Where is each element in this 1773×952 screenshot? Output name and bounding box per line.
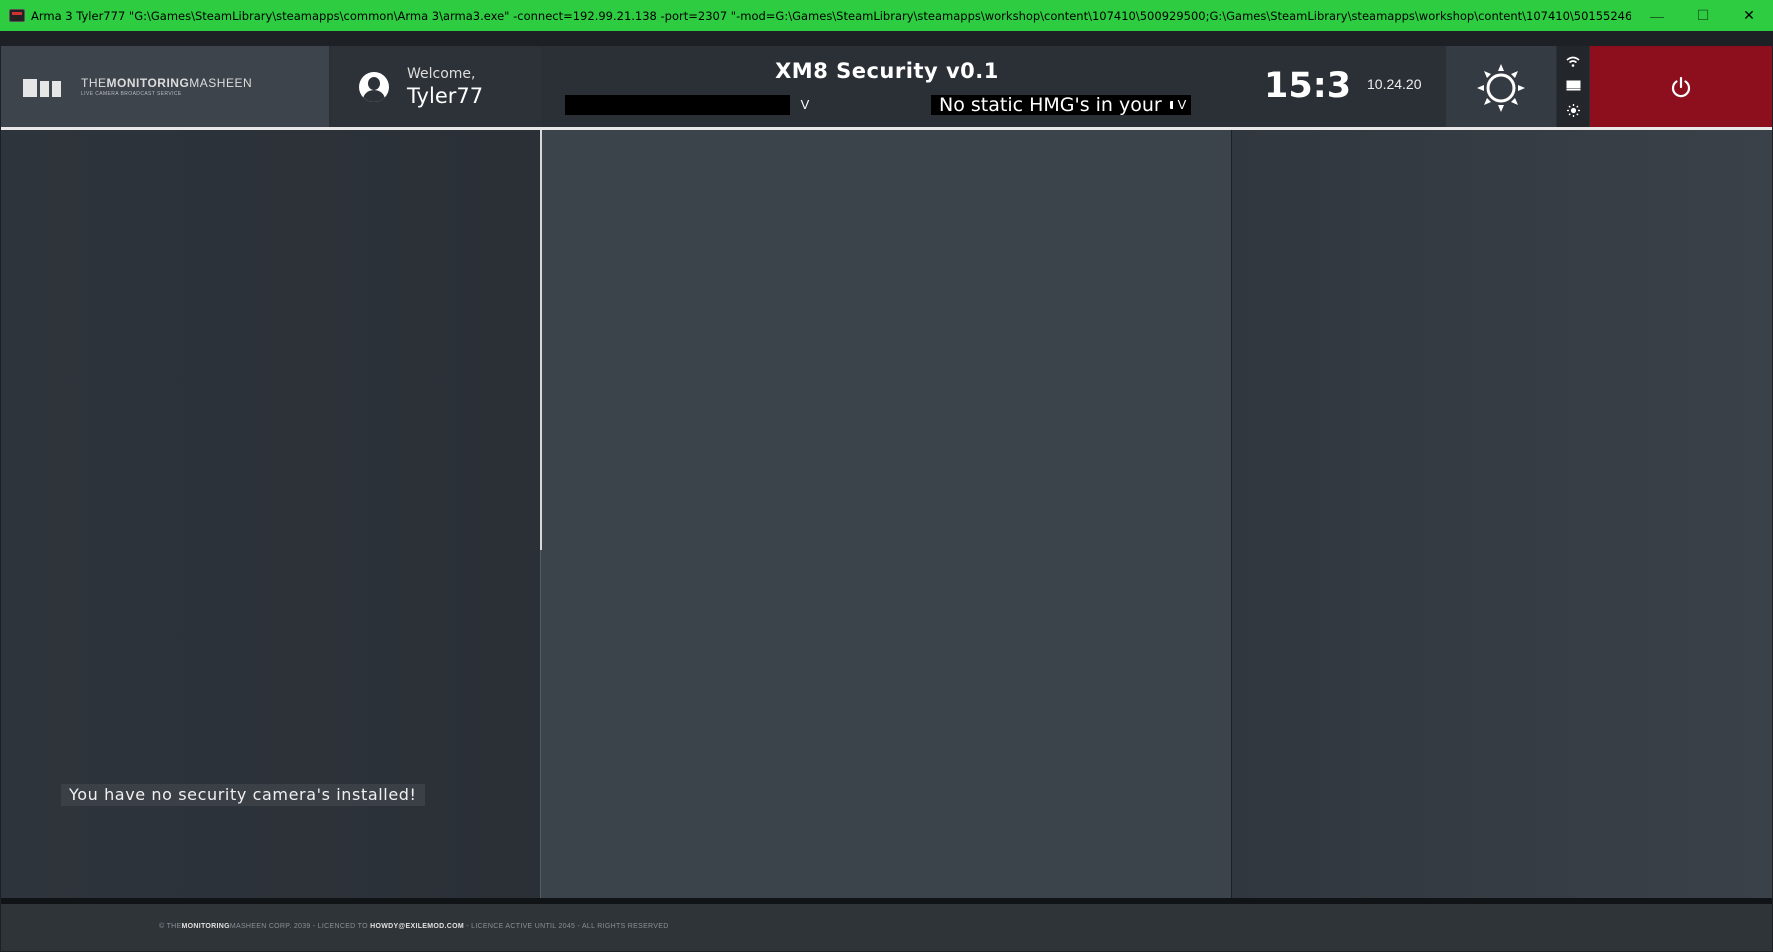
footer: © THEMONITORINGMASHEEN CORP. 2039 - LICE… (1, 904, 1772, 951)
panel-divider (540, 130, 542, 550)
xm8-header: THEMONITORINGMASHEEN LIVE CAMERA BROADCA… (1, 46, 1772, 127)
weather-panel (1446, 46, 1556, 127)
rules-dropdown-value: No static HMG's in your b (939, 95, 1163, 115)
clock-panel: 15:3 10.24.20 (1233, 46, 1445, 127)
camera-view-panel (541, 130, 1231, 898)
user-avatar-icon (359, 71, 389, 102)
minimize-button[interactable]: — (1634, 0, 1680, 31)
game-window: THEMONITORINGMASHEEN LIVE CAMERA BROADCA… (0, 31, 1773, 952)
close-button[interactable]: ✕ (1726, 0, 1772, 31)
rules-dropdown[interactable]: No static HMG's in your b (931, 95, 1181, 115)
chevron-down-icon[interactable]: V (1173, 95, 1191, 115)
no-cameras-message: You have no security camera's installed! (61, 784, 425, 806)
power-icon[interactable] (1670, 76, 1692, 98)
window-title: Arma 3 Tyler777 "G:\Games\SteamLibrary\s… (31, 8, 1631, 23)
brightness-icon (1566, 103, 1580, 117)
user-name: Tyler77 (407, 83, 484, 108)
details-panel (1232, 130, 1772, 898)
status-icons (1557, 46, 1589, 127)
storage-icon (1566, 80, 1580, 91)
wifi-icon (1566, 57, 1580, 68)
maximize-button[interactable]: ☐ (1680, 0, 1726, 31)
chevron-down-icon[interactable]: V (796, 95, 814, 115)
app-title: XM8 Security v0.1 (775, 59, 999, 83)
welcome-label: Welcome, (407, 65, 476, 82)
arma-app-icon (9, 9, 25, 22)
clock-time: 15:3 (1264, 66, 1352, 106)
user-panel: Welcome, Tyler77 (331, 46, 541, 127)
logo-tagline: LIVE CAMERA BROADCAST SERVICE (81, 91, 182, 97)
app-header: XM8 Security v0.1 V No static HMG's in y… (542, 46, 1232, 127)
clock-date: 10.24.20 (1367, 76, 1422, 92)
footer-copyright: © THEMONITORINGMASHEEN CORP. 2039 - LICE… (159, 923, 669, 930)
camera-list-panel (1, 130, 540, 898)
brand-logo: THEMONITORINGMASHEEN LIVE CAMERA BROADCA… (1, 46, 329, 127)
camera-select-dropdown[interactable]: V (565, 95, 809, 115)
sun-icon (1477, 64, 1525, 112)
panel-divider (540, 550, 541, 898)
logo-title: THEMONITORINGMASHEEN (81, 76, 253, 90)
tmm-logo-icon (23, 77, 71, 97)
window-titlebar: Arma 3 Tyler777 "G:\Games\SteamLibrary\s… (0, 0, 1773, 31)
power-button[interactable] (1590, 46, 1772, 127)
